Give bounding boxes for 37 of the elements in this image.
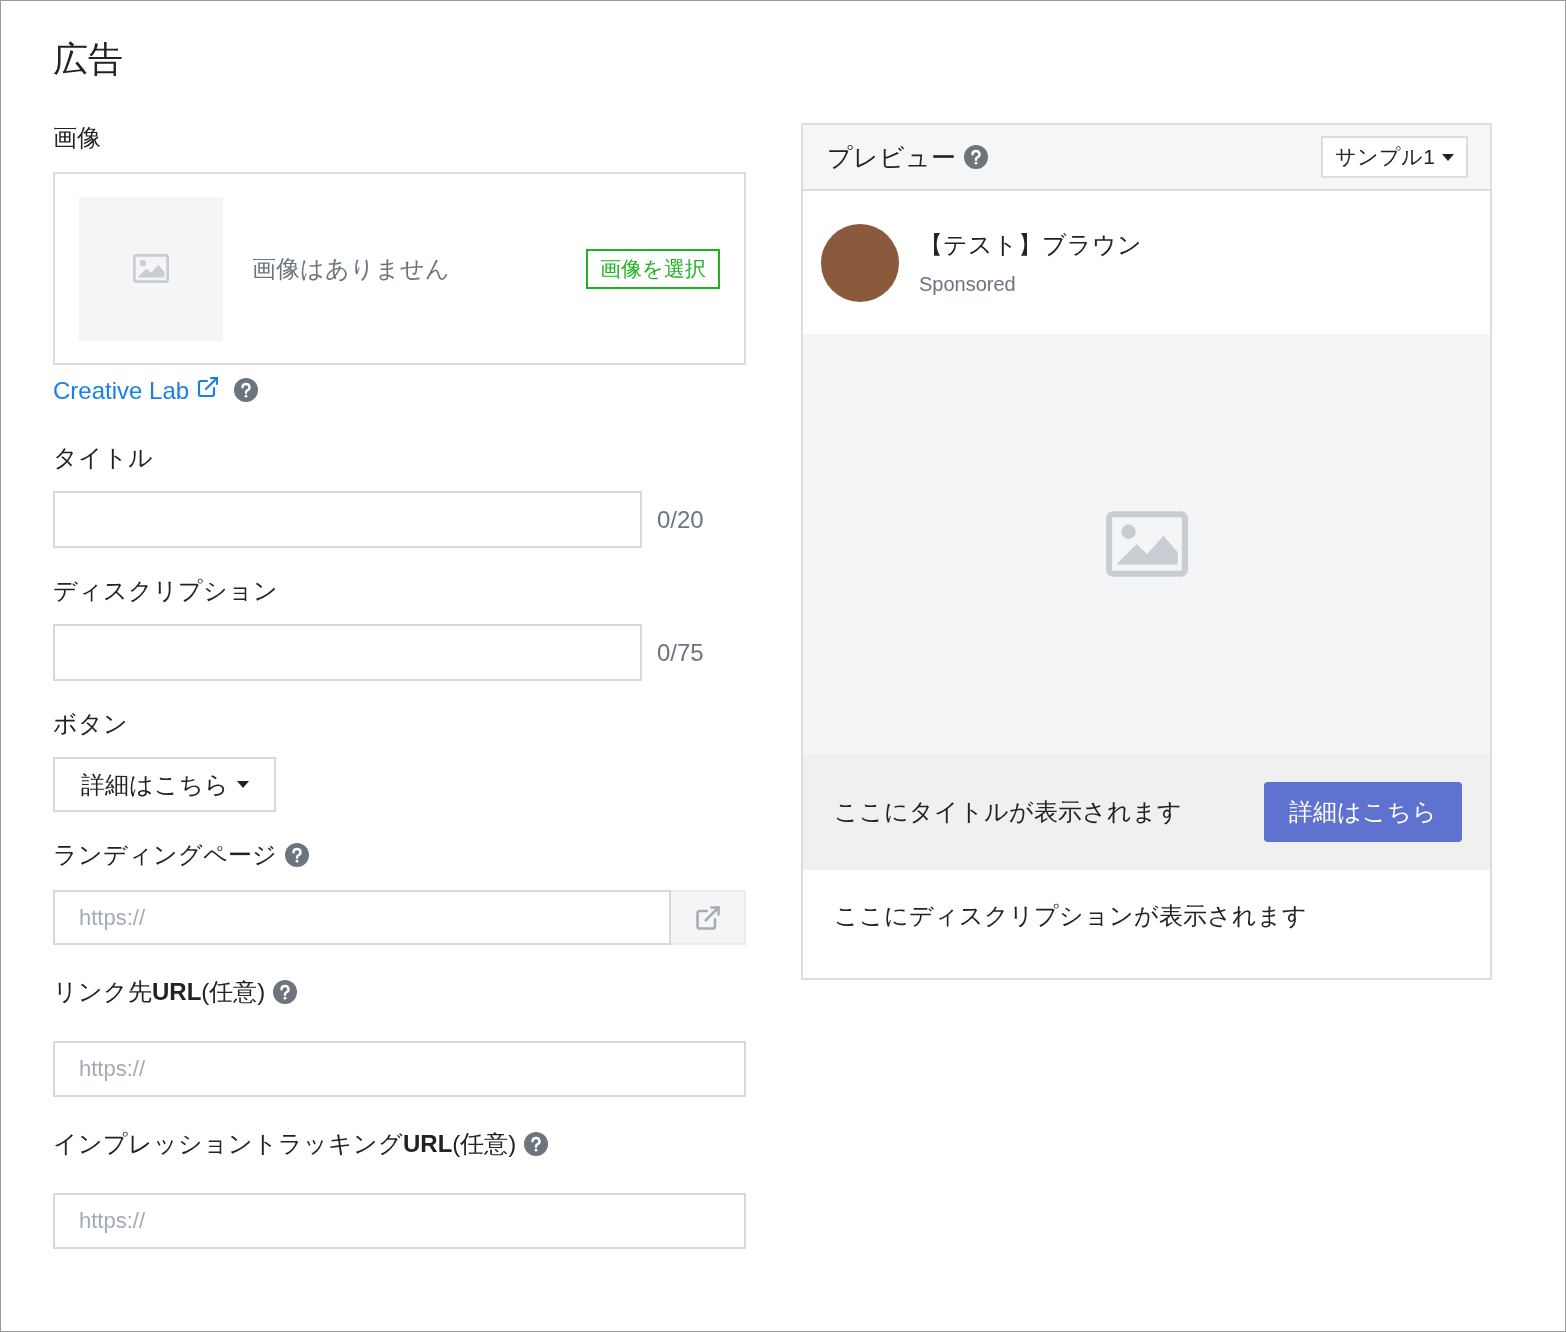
help-icon[interactable] xyxy=(964,145,988,169)
help-icon[interactable] xyxy=(273,980,298,1004)
help-icon[interactable] xyxy=(285,843,309,867)
page-title: 広告 xyxy=(53,38,124,80)
external-link-icon xyxy=(195,375,220,399)
select-image-button[interactable]: 画像を選択 xyxy=(586,248,720,289)
character-counter: 0/75 xyxy=(657,638,704,667)
preview-title-text: ここにタイトルが表示されます xyxy=(834,797,1182,827)
sponsored-label: Sponsored xyxy=(919,273,1017,296)
text-input[interactable] xyxy=(53,491,642,548)
image-placeholder-icon xyxy=(1105,511,1188,577)
text-input[interactable] xyxy=(53,624,642,681)
field-label: タイトル xyxy=(53,443,153,473)
creative-lab-link[interactable]: Creative Lab xyxy=(53,375,220,405)
field-label: ボタン xyxy=(53,709,128,739)
preview-description-text: ここにディスクリプションが表示されます xyxy=(834,902,1307,929)
field-label: インプレッショントラッキングURL(任意) xyxy=(53,1129,517,1159)
image-placeholder-icon xyxy=(133,254,169,283)
button-type-dropdown[interactable]: 詳細はこちら xyxy=(53,757,276,812)
cta-button[interactable]: 詳細はこちら xyxy=(1264,782,1462,842)
no-image-text: 画像はありません xyxy=(252,253,451,284)
url-input[interactable]: https:// xyxy=(53,1193,746,1249)
sample-dropdown[interactable]: サンプル1 xyxy=(1321,136,1468,178)
field-label: ランディングページ xyxy=(53,840,277,870)
external-link-icon xyxy=(693,903,722,932)
help-icon[interactable] xyxy=(524,1132,549,1156)
caret-icon xyxy=(1442,153,1454,161)
account-name: 【テスト】ブラウン xyxy=(919,230,1142,260)
field-label: ディスクリプション xyxy=(53,576,278,606)
url-input[interactable]: https:// xyxy=(53,890,671,945)
field-label: リンク先URL(任意) xyxy=(53,977,266,1007)
url-input[interactable]: https:// xyxy=(53,1041,746,1097)
field-label: 画像 xyxy=(53,123,101,153)
help-icon[interactable] xyxy=(233,378,258,402)
character-counter: 0/20 xyxy=(657,505,704,534)
caret-icon xyxy=(236,781,249,788)
preview-title: プレビュー xyxy=(827,141,956,173)
